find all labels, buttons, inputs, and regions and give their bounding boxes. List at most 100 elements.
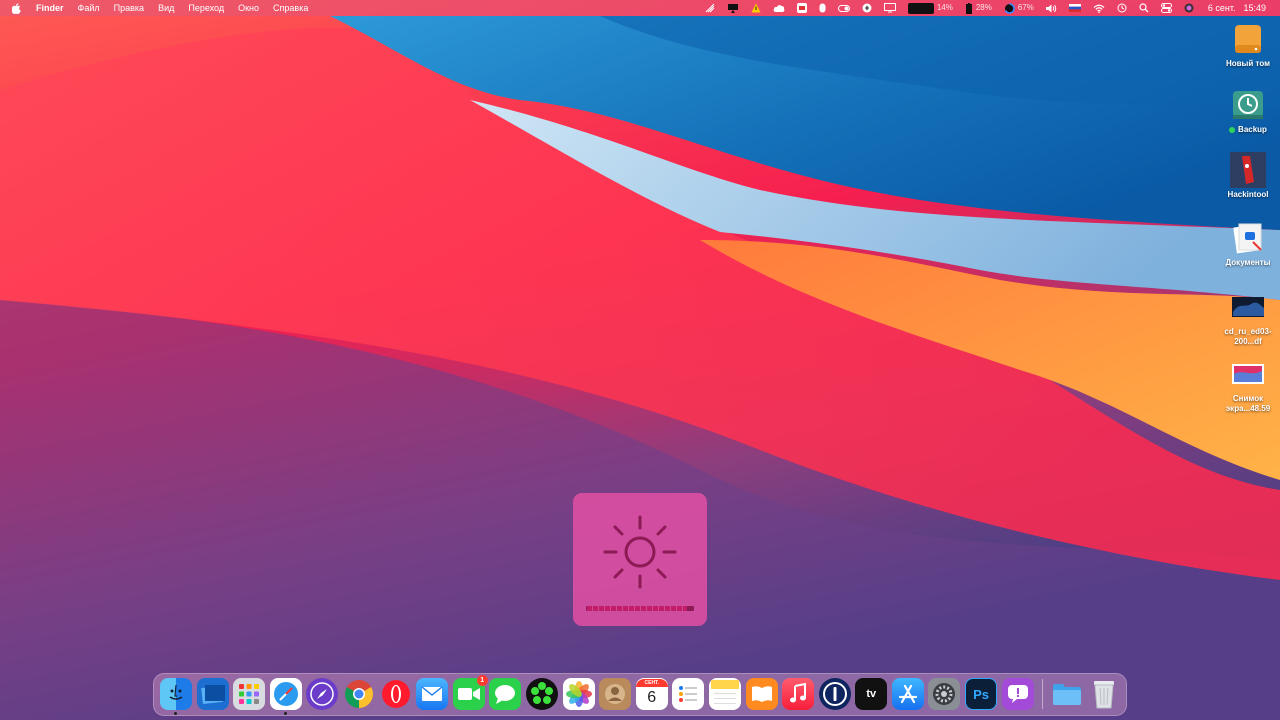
desktop-icon-hackintool[interactable]: Hackintool <box>1216 152 1280 200</box>
running-indicator <box>174 712 177 715</box>
battery-meter[interactable]: 28% <box>965 0 992 16</box>
desktop-icon-label: Hackintool <box>1227 190 1269 199</box>
opera-icon <box>381 680 410 708</box>
dock-app-photos[interactable] <box>562 678 595 710</box>
dock-app-facetime[interactable]: 1 <box>452 675 488 710</box>
dock-app-files[interactable] <box>196 678 229 710</box>
calendar-day: 6 <box>647 689 657 706</box>
contacts-icon <box>605 684 626 704</box>
dock-app-reminders[interactable] <box>672 678 705 710</box>
photos-icon <box>565 681 592 707</box>
menu-date[interactable]: 6 сент. <box>1208 0 1236 16</box>
dock-app-safari[interactable] <box>269 678 302 715</box>
desktop-icon-new-volume[interactable]: Новый том <box>1216 22 1280 69</box>
battery-percent: 28% <box>975 3 992 12</box>
desktop-icon-screenshot[interactable]: Снимок экра...48.59 <box>1216 357 1280 414</box>
status-dot <box>1229 126 1236 133</box>
menu-help[interactable]: Справка <box>273 0 308 16</box>
desktop-icon-label: cd_ru_ed03-200...df <box>1224 327 1272 346</box>
system-preferences-icon <box>933 683 956 705</box>
volume-icon[interactable] <box>1045 0 1057 16</box>
dock-app-messages[interactable] <box>489 678 522 710</box>
app-icon[interactable] <box>796 0 807 16</box>
vpn-icon[interactable] <box>862 0 872 16</box>
dock-app-system-preferences[interactable] <box>928 678 961 710</box>
menu-view[interactable]: Вид <box>158 0 174 16</box>
dock-app-contacts[interactable] <box>599 678 632 710</box>
display-icon[interactable] <box>883 0 896 16</box>
dock-app-music[interactable] <box>782 678 815 710</box>
notes-icon <box>710 680 739 704</box>
apple-logo-icon[interactable] <box>12 2 22 14</box>
desktop-icon-label: Backup <box>1216 125 1280 135</box>
siri-icon[interactable] <box>1184 0 1194 16</box>
icq-icon <box>530 682 553 704</box>
files-icon <box>200 685 225 705</box>
dock-app-tv[interactable]: tv <box>855 678 888 710</box>
control-center-icon[interactable] <box>1160 0 1172 16</box>
cpu-meter[interactable]: 14% <box>907 0 953 16</box>
folder-icon <box>1053 684 1082 705</box>
launchpad-icon <box>239 684 260 704</box>
dock-app-chrome[interactable] <box>343 678 375 710</box>
dock-app-finder[interactable] <box>160 678 192 715</box>
compass-icon <box>310 682 335 706</box>
desktop-icon-documents[interactable]: Документы <box>1216 221 1280 268</box>
dock-app-1password[interactable] <box>818 678 851 710</box>
documents-icon <box>1230 221 1266 255</box>
dock-app-photoshop[interactable]: Ps <box>965 678 998 710</box>
dock-app-feedback[interactable] <box>1001 678 1034 710</box>
spotlight-icon[interactable] <box>1139 0 1149 16</box>
desktop-icon-backup[interactable]: Backup <box>1216 88 1280 135</box>
dock-items: 1 СЕНТ. 6 tv Ps <box>160 675 1124 715</box>
flag-ru-icon[interactable] <box>1068 0 1081 16</box>
warning-icon[interactable] <box>751 0 761 16</box>
airplay-icon[interactable] <box>727 0 739 16</box>
icloud-icon[interactable] <box>773 0 785 16</box>
dock-app-icq[interactable] <box>525 678 558 710</box>
dock-app-app-store[interactable] <box>891 678 924 710</box>
mouse-icon[interactable] <box>819 0 826 16</box>
running-indicator <box>283 712 287 715</box>
books-icon <box>751 686 772 702</box>
dock-app-notes[interactable] <box>708 678 741 710</box>
menu-go[interactable]: Переход <box>188 0 224 16</box>
dock-app-opera[interactable] <box>380 678 412 710</box>
menu-file[interactable]: Файл <box>78 0 100 16</box>
feedback-icon <box>1007 685 1028 703</box>
dock: 1 СЕНТ. 6 tv Ps <box>153 673 1127 716</box>
brightness-level-fill <box>587 606 687 611</box>
dock-app-launchpad[interactable] <box>233 678 266 710</box>
desktop-icon-pdf-file[interactable]: cd_ru_ed03-200...df <box>1216 290 1280 347</box>
airdrop-icon[interactable] <box>705 0 715 16</box>
drive-icon <box>1230 22 1266 56</box>
sun-icon <box>603 515 677 589</box>
notification-badge: 1 <box>476 675 488 686</box>
dock-app-books[interactable] <box>745 678 778 710</box>
brightness-hud <box>573 493 707 626</box>
time-machine-drive-icon <box>1230 88 1266 122</box>
menu-window[interactable]: Окно <box>238 0 259 16</box>
menu-time[interactable]: 15:49 <box>1243 0 1266 16</box>
dock-app-mail[interactable] <box>416 678 449 710</box>
menu-edit[interactable]: Правка <box>114 0 144 16</box>
dock-app-compass[interactable] <box>306 678 339 710</box>
reminders-icon <box>679 686 698 702</box>
finder-icon <box>169 684 183 700</box>
menu-bar-left: Finder Файл Правка Вид Переход Окно Спра… <box>0 0 308 16</box>
calendar-month: СЕНТ. <box>635 679 668 687</box>
app-store-icon <box>898 684 917 704</box>
dock-stack-trash[interactable] <box>1088 678 1120 710</box>
other-percent: 67% <box>1017 3 1034 12</box>
wifi-icon[interactable] <box>1093 0 1105 16</box>
facetime-icon <box>457 688 480 700</box>
dock-app-calendar[interactable]: СЕНТ. 6 <box>635 678 668 710</box>
time-machine-icon[interactable] <box>1117 0 1127 16</box>
trash-icon <box>1093 681 1114 709</box>
toggle-icon[interactable] <box>837 0 850 16</box>
menu-app-name[interactable]: Finder <box>36 0 64 16</box>
photoshop-icon: Ps <box>973 686 990 702</box>
brightness-level-bar <box>586 606 694 611</box>
progress-ring-icon[interactable]: 67% <box>1004 0 1034 16</box>
dock-stack-downloads[interactable] <box>1051 678 1083 710</box>
